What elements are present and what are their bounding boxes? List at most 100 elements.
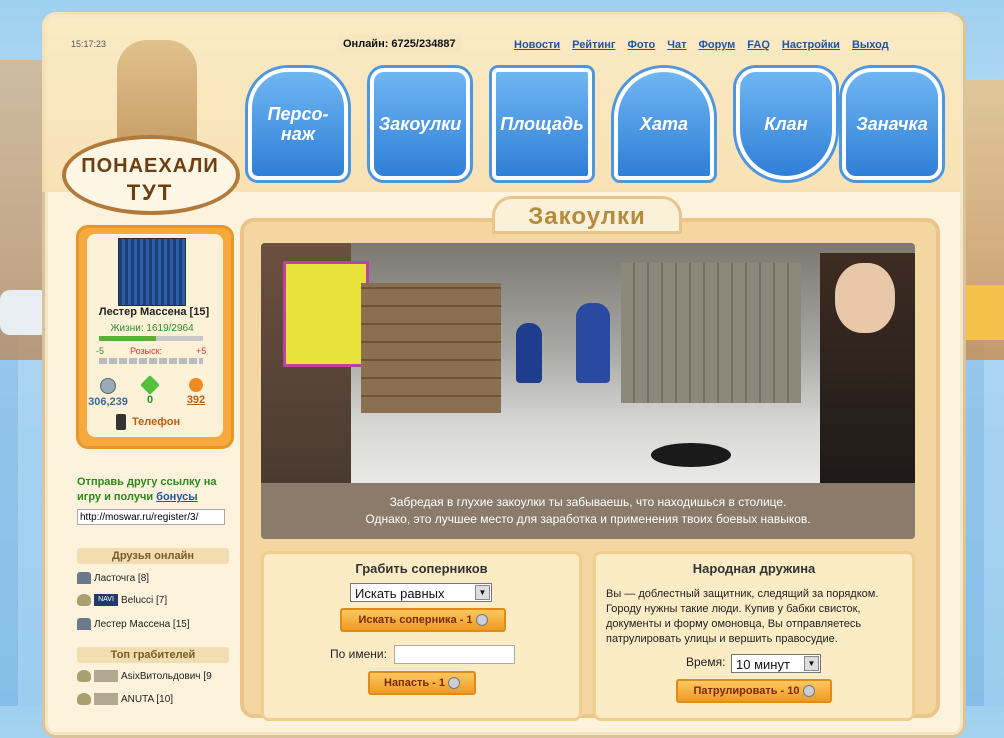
scene-manhole [651,443,731,467]
resources: 306,239 0 392 [84,375,220,418]
scene-shack [621,263,801,403]
page-title: Закоулки [492,196,682,234]
nav-rating[interactable]: Рейтинг [572,39,615,51]
top-robbers-header: Топ грабителей [77,647,229,663]
character-name[interactable]: Лестер Массена [15] [84,306,224,318]
scene-character-face [835,263,895,333]
online-counter: Онлайн: 6725/234887 [337,35,462,53]
phone-icon [116,414,126,430]
patrol-button-label: Патрулировать - 10 [693,685,800,697]
friend-name[interactable]: Лестер Массена [15] [94,619,190,630]
scene-crates [361,283,501,413]
oil-stat[interactable]: 392 [176,378,216,406]
referral-url-field[interactable] [77,509,225,525]
wanted-label: Розыск: [130,346,163,356]
patrol-time-select[interactable]: 10 минут ▼ [731,654,821,673]
search-opponent-button[interactable]: Искать соперника - 1 [340,608,506,632]
opponent-type-select[interactable]: Искать равных ▼ [350,583,492,602]
friend-item[interactable]: NAVI Belucci [7] [77,594,167,606]
money-value: 306,239 [88,396,128,408]
friend-item[interactable]: Лестер Массена [15] [77,618,190,630]
friend-name[interactable]: Belucci [7] [121,595,167,606]
robber-name[interactable]: ANUTA [10] [121,694,173,705]
bonus-link[interactable]: бонусы [156,491,198,503]
scene-thug-1 [516,323,542,383]
robber-name[interactable]: AsixВитольдович [9 [121,671,212,682]
attack-button[interactable]: Напасть - 1 [368,671,476,695]
coin-icon [100,378,116,394]
health-bar [99,336,203,341]
scene-caption: Забредая в глухие закоулки ты забываешь,… [261,483,915,539]
kremlin-illustration [117,40,197,150]
clan-badge: NAVI [94,594,118,606]
scene-poster [283,261,369,367]
caption-line-2: Однако, это лучшее место для заработка и… [365,512,811,526]
nav-chat[interactable]: Чат [667,39,686,51]
nav-faq[interactable]: FAQ [747,39,770,51]
menu-home[interactable]: Хата [614,68,714,180]
wanted-min: -5 [96,346,105,356]
robber-item[interactable]: AsixВитольдович [9 [77,670,227,682]
search-opponent-label: Искать соперника - 1 [358,614,473,626]
caption-line-1: Забредая в глухие закоулки ты забываешь,… [389,495,787,509]
friend-name[interactable]: Ласточга [8] [94,573,149,584]
phone-link[interactable]: Телефон [116,414,180,430]
by-name-label: По имени: [330,647,387,661]
nav-news[interactable]: Новости [514,39,560,51]
rob-title: Грабить соперников [355,561,488,576]
nav-photo[interactable]: Фото [627,39,655,51]
rank-icon [77,670,91,682]
alleys-illustration [261,243,915,483]
time-label: Время: [686,655,726,669]
logo-text-line1: ПОНАЕХАЛИ [81,155,219,177]
scene-thug-2 [576,303,610,383]
top-navigation: Новости Рейтинг Фото Чат Форум FAQ Настр… [514,39,889,51]
oil-icon [189,378,203,392]
chevron-down-icon: ▼ [475,585,490,600]
menu-square[interactable]: Площадь [492,68,592,180]
oil-value[interactable]: 392 [187,394,205,406]
phone-label: Телефон [132,415,181,428]
rank-icon [77,594,91,606]
rank-icon [77,572,91,584]
nav-forum[interactable]: Форум [698,39,735,51]
menu-alleys[interactable]: Закоулки [370,68,470,180]
nav-settings[interactable]: Настройки [782,39,840,51]
chevron-down-icon: ▼ [804,656,819,671]
clan-badge [94,670,118,682]
main-menu: Персо-наж Закоулки Площадь Хата Клан Зан… [248,58,942,188]
friend-item[interactable]: Ласточга [8] [77,572,149,584]
menu-character[interactable]: Персо-наж [248,68,348,180]
menu-clan[interactable]: Клан [736,68,836,180]
health-bar-fill [99,336,156,341]
patrol-time-value: 10 минут [736,657,790,672]
logo-text-line2: ТУТ [126,180,174,205]
money-stat: 306,239 [84,378,132,408]
wanted-scale [99,358,203,364]
avatar[interactable] [118,238,186,306]
rank-icon [77,618,91,630]
ore-icon [140,375,160,395]
tugrik-icon [802,685,815,698]
ore-stat: 0 [136,375,164,406]
patrol-title: Народная дружина [692,561,816,576]
clan-badge [94,693,118,705]
menu-stash[interactable]: Заначка [842,68,942,180]
patrol-description: Вы — доблестный защитник, следящий за по… [606,588,879,645]
wanted-max: +5 [196,346,207,356]
nav-logout[interactable]: Выход [852,39,889,51]
opponent-type-value: Искать равных [355,586,445,601]
invite-block: Отправь другу ссылку на игру и получи бо… [77,475,237,505]
health-label: Жизни: 1619/2964 [110,323,194,334]
game-logo[interactable]: ПОНАЕХАЛИ ТУТ [62,30,242,215]
friends-online-header: Друзья онлайн [77,548,229,564]
attack-label: Напасть - 1 [384,677,445,689]
tugrik-icon [447,677,460,690]
robber-item[interactable]: ANUTA [10] [77,693,173,705]
rob-card: Грабить соперников [261,551,582,721]
rank-icon [77,693,91,705]
patrol-button[interactable]: Патрулировать - 10 [676,679,832,703]
opponent-name-input[interactable] [394,645,515,664]
ore-value: 0 [146,394,154,406]
tugrik-icon [475,614,488,627]
